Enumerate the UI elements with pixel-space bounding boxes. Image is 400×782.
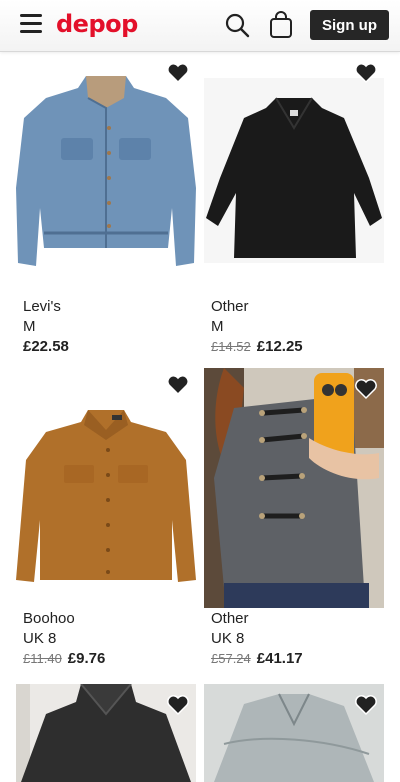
product-size: M	[23, 318, 36, 335]
depop-logo[interactable]: depop	[56, 10, 138, 38]
product-price: £9.76	[67, 650, 106, 667]
product-card[interactable]: Boohoo UK 8 £11.40 £9.76	[16, 370, 196, 680]
heart-icon[interactable]	[354, 694, 378, 716]
price-line: £22.58	[23, 338, 69, 355]
product-card[interactable]	[204, 684, 384, 782]
search-icon[interactable]	[224, 12, 250, 38]
price-line: £57.24 £41.17	[211, 650, 303, 667]
product-size: M	[211, 318, 224, 335]
product-price: £22.58	[23, 338, 69, 355]
price-line: £11.40 £9.76	[23, 650, 105, 667]
heart-icon[interactable]	[354, 378, 378, 400]
product-brand: Boohoo	[23, 610, 75, 627]
bag-icon[interactable]	[268, 11, 294, 39]
original-price: £14.52	[211, 339, 251, 354]
menu-icon[interactable]	[18, 12, 44, 34]
top-header: depop Sign up	[0, 0, 400, 52]
product-size: UK 8	[211, 630, 245, 647]
product-image[interactable]	[204, 368, 384, 608]
product-card[interactable]: Levi's M £22.58	[16, 58, 196, 368]
product-brand: Other	[211, 610, 249, 627]
product-price: £41.17	[256, 650, 303, 667]
product-image[interactable]	[16, 58, 196, 298]
heart-icon[interactable]	[354, 62, 378, 84]
product-card[interactable]	[16, 684, 196, 782]
product-image[interactable]	[204, 58, 384, 298]
product-size: UK 8	[23, 630, 57, 647]
heart-icon[interactable]	[166, 374, 190, 396]
original-price: £57.24	[211, 651, 251, 666]
product-card[interactable]: Other M £14.52 £12.25	[204, 58, 384, 368]
heart-icon[interactable]	[166, 694, 190, 716]
heart-icon[interactable]	[166, 62, 190, 84]
product-price: £12.25	[256, 338, 303, 355]
product-card[interactable]: Other UK 8 £57.24 £41.17	[204, 368, 384, 678]
original-price: £11.40	[23, 651, 62, 666]
product-image[interactable]	[16, 370, 196, 610]
price-line: £14.52 £12.25	[211, 338, 303, 355]
product-brand: Other	[211, 298, 249, 315]
product-brand: Levi's	[23, 298, 61, 315]
sign-up-button[interactable]: Sign up	[310, 10, 389, 40]
